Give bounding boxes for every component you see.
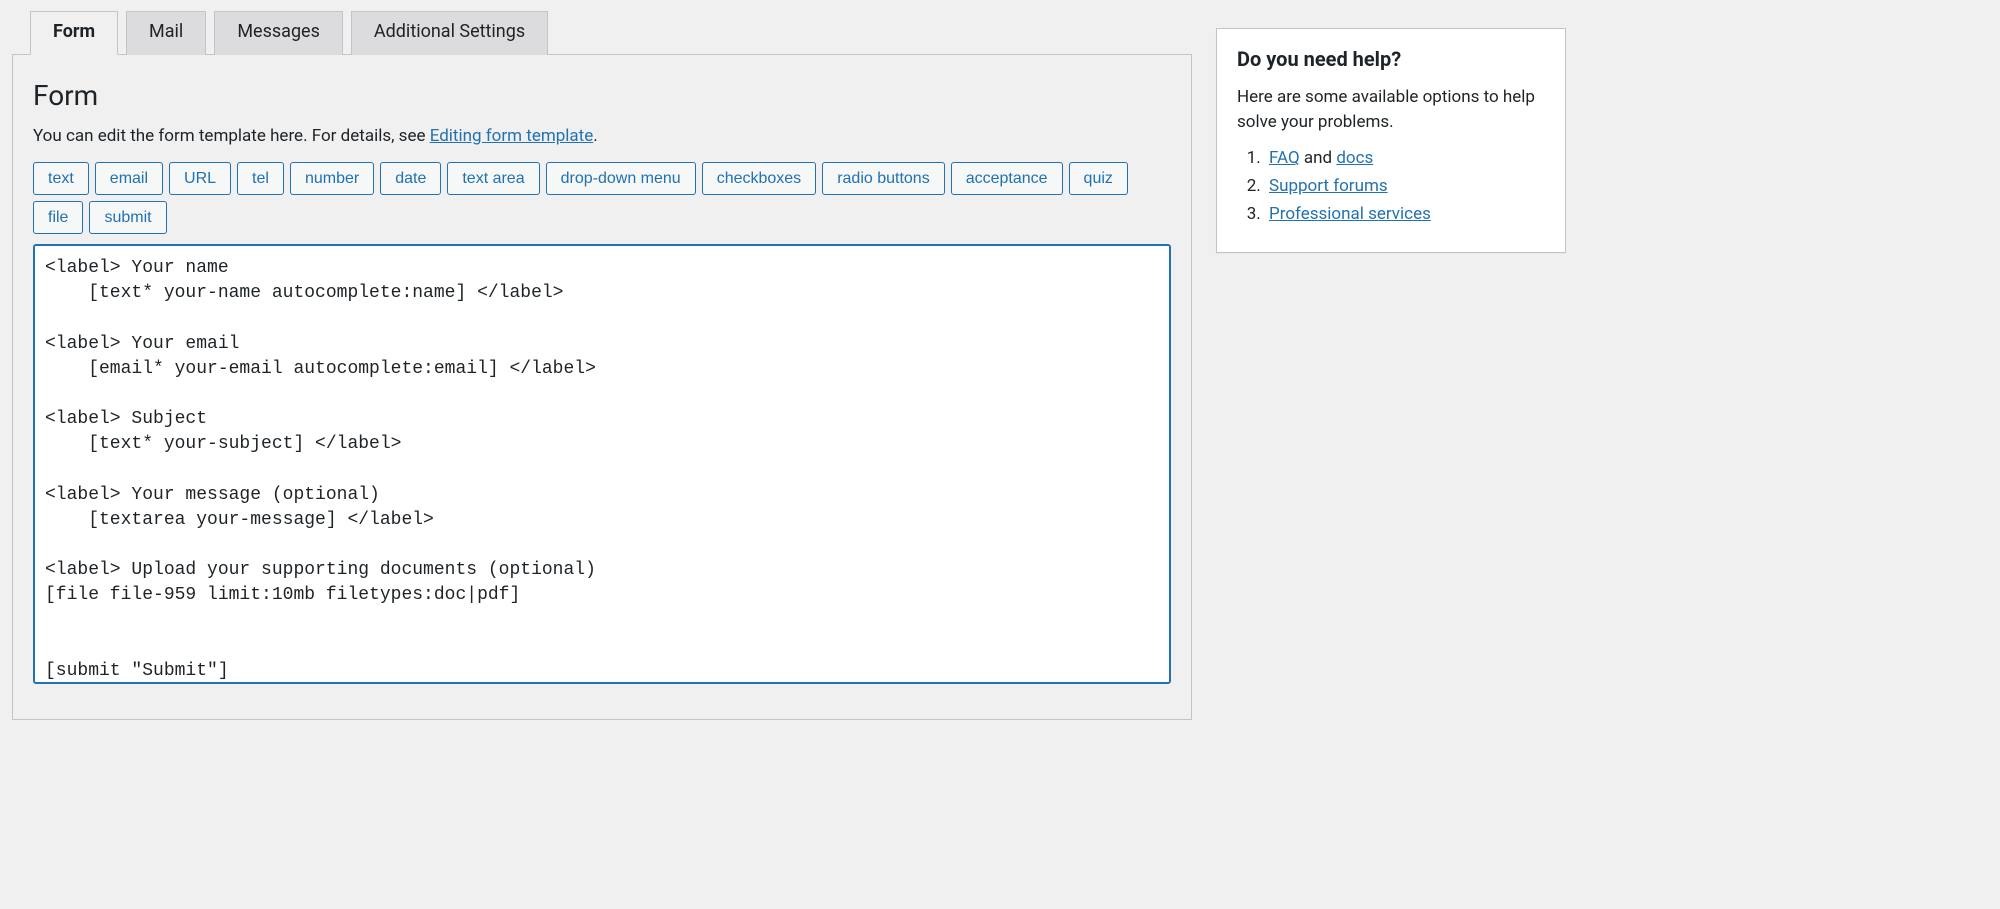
- sidebar-column: Do you need help? Here are some availabl…: [1216, 10, 1566, 253]
- tag-button-radio-buttons[interactable]: radio buttons: [822, 162, 945, 195]
- main-column: Form Mail Messages Additional Settings F…: [12, 10, 1192, 720]
- help-link[interactable]: FAQ: [1269, 148, 1300, 168]
- tag-button-submit[interactable]: submit: [89, 201, 166, 234]
- tag-button-text-area[interactable]: text area: [447, 162, 539, 195]
- tab-additional-settings[interactable]: Additional Settings: [351, 11, 548, 55]
- form-template-textarea[interactable]: [33, 244, 1171, 684]
- tag-button-checkboxes[interactable]: checkboxes: [702, 162, 817, 195]
- tag-button-quiz[interactable]: quiz: [1069, 162, 1128, 195]
- panel-description-suffix: .: [593, 126, 597, 146]
- tab-mail[interactable]: Mail: [126, 11, 206, 55]
- tag-button-email[interactable]: email: [95, 162, 163, 195]
- tag-button-text[interactable]: text: [33, 162, 89, 195]
- help-item-text: and: [1300, 148, 1337, 168]
- tag-button-date[interactable]: date: [380, 162, 441, 195]
- panel-description-text: You can edit the form template here. For…: [33, 126, 430, 146]
- help-link[interactable]: Support forums: [1269, 176, 1388, 196]
- help-box: Do you need help? Here are some availabl…: [1216, 28, 1566, 253]
- tab-messages[interactable]: Messages: [214, 11, 343, 55]
- help-intro: Here are some available options to help …: [1237, 85, 1545, 134]
- panel-heading: Form: [33, 79, 1171, 112]
- tab-strip: Form Mail Messages Additional Settings: [30, 10, 1192, 54]
- tag-button-drop-down-menu[interactable]: drop-down menu: [546, 162, 696, 195]
- panel-description: You can edit the form template here. For…: [33, 126, 1171, 146]
- tag-button-url[interactable]: URL: [169, 162, 231, 195]
- form-panel: Form You can edit the form template here…: [12, 54, 1192, 720]
- help-item: FAQ and docs: [1265, 148, 1545, 168]
- help-link[interactable]: Professional services: [1269, 204, 1431, 224]
- help-list: FAQ and docs Support forums Professional s…: [1241, 148, 1545, 224]
- tag-button-tel[interactable]: tel: [237, 162, 284, 195]
- help-link[interactable]: docs: [1336, 148, 1373, 168]
- help-item: Professional services: [1265, 204, 1545, 224]
- tag-button-number[interactable]: number: [290, 162, 374, 195]
- help-item: Support forums: [1265, 176, 1545, 196]
- tag-generator-row: textemailURLtelnumberdatetext areadrop-d…: [33, 162, 1171, 234]
- editing-form-template-link[interactable]: Editing form template: [430, 126, 594, 146]
- tag-button-acceptance[interactable]: acceptance: [951, 162, 1063, 195]
- tag-button-file[interactable]: file: [33, 201, 83, 234]
- tab-form[interactable]: Form: [30, 11, 118, 55]
- help-title: Do you need help?: [1237, 47, 1545, 71]
